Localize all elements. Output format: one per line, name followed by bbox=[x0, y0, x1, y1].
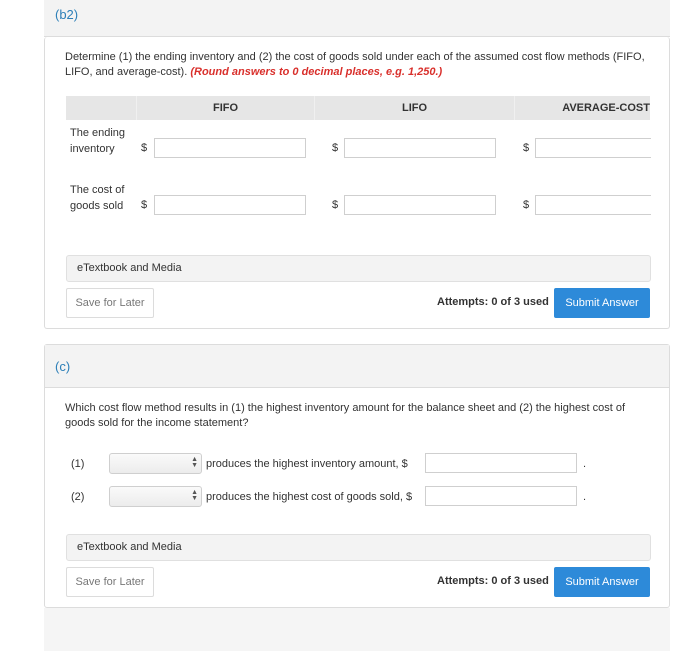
currency-symbol: $ bbox=[332, 142, 339, 154]
select-arrows-icon: ▲ ▼ bbox=[191, 456, 198, 469]
item-number: (2) bbox=[71, 491, 85, 503]
page-footer-area bbox=[44, 608, 670, 651]
cogs-average-cost-input[interactable] bbox=[535, 195, 651, 215]
currency-symbol: $ bbox=[141, 142, 148, 154]
column-header-lifo: LIFO bbox=[314, 96, 514, 120]
etextbook-media-link[interactable]: eTextbook and Media bbox=[66, 255, 651, 282]
section-c-header: (c) bbox=[45, 345, 669, 388]
currency-symbol: $ bbox=[523, 142, 530, 154]
section-b2-question: Determine (1) the ending inventory and (… bbox=[65, 50, 655, 80]
highest-cogs-amount-input[interactable] bbox=[425, 486, 577, 506]
column-header-average-cost: AVERAGE-COST bbox=[514, 96, 650, 120]
table-header: FIFO LIFO AVERAGE-COST bbox=[66, 96, 650, 120]
ending-inventory-lifo-input[interactable] bbox=[344, 138, 496, 158]
ending-inventory-fifo-input[interactable] bbox=[154, 138, 306, 158]
etextbook-media-link[interactable]: eTextbook and Media bbox=[66, 534, 651, 561]
highest-inventory-amount-input[interactable] bbox=[425, 453, 577, 473]
attempts-counter: Attempts: 0 of 3 used bbox=[437, 575, 549, 587]
section-c-question: Which cost flow method results in (1) th… bbox=[65, 402, 626, 429]
highest-inventory-method-select[interactable]: ▲ ▼ bbox=[109, 453, 202, 474]
highest-inventory-text: produces the highest inventory amount, $ bbox=[206, 458, 408, 470]
currency-symbol: $ bbox=[332, 199, 339, 211]
section-b2-header: (b2) bbox=[44, 0, 670, 37]
save-for-later-button[interactable]: Save for Later bbox=[66, 567, 154, 597]
currency-symbol: $ bbox=[141, 199, 148, 211]
save-for-later-button[interactable]: Save for Later bbox=[66, 288, 154, 318]
attempts-counter: Attempts: 0 of 3 used bbox=[437, 296, 549, 308]
section-c-label: (c) bbox=[55, 359, 71, 374]
row-label-cost-of-goods-sold: The cost of goods sold bbox=[70, 184, 125, 212]
section-b2-label: (b2) bbox=[55, 7, 79, 22]
column-header-fifo: FIFO bbox=[136, 96, 314, 120]
highest-cogs-method-select[interactable]: ▲ ▼ bbox=[109, 486, 202, 507]
cogs-fifo-input[interactable] bbox=[154, 195, 306, 215]
sentence-period: . bbox=[583, 458, 587, 470]
row-label-ending-inventory: The ending inventory bbox=[70, 127, 126, 155]
ending-inventory-average-cost-input[interactable] bbox=[535, 138, 651, 158]
cogs-lifo-input[interactable] bbox=[344, 195, 496, 215]
section-b2-card: Determine (1) the ending inventory and (… bbox=[44, 37, 670, 329]
submit-answer-button[interactable]: Submit Answer bbox=[554, 567, 650, 597]
submit-answer-button[interactable]: Submit Answer bbox=[554, 288, 650, 318]
highest-cogs-text: produces the highest cost of goods sold,… bbox=[206, 491, 413, 503]
rounding-hint: (Round answers to 0 decimal places, e.g.… bbox=[190, 66, 443, 78]
sentence-period: . bbox=[583, 491, 587, 503]
item-number: (1) bbox=[71, 458, 85, 470]
select-arrows-icon: ▲ ▼ bbox=[191, 489, 198, 502]
currency-symbol: $ bbox=[523, 199, 530, 211]
section-c-card: (c) Which cost flow method results in (1… bbox=[44, 344, 670, 608]
